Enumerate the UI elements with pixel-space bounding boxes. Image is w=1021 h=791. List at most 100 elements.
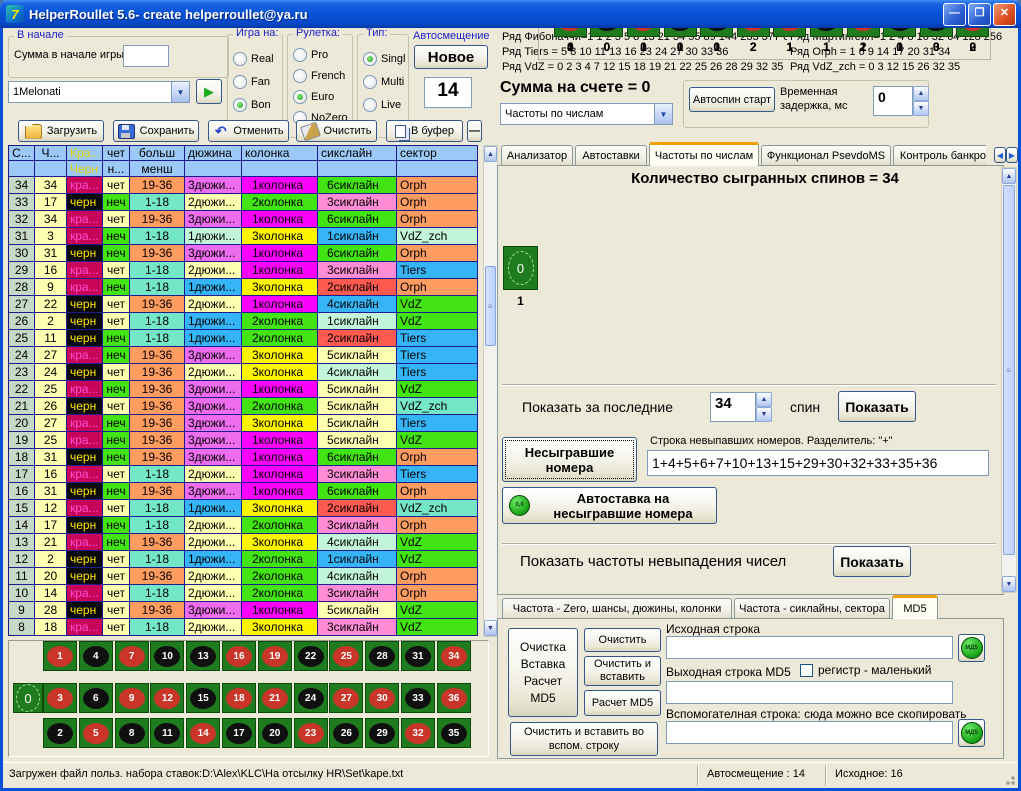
close-icon[interactable]: ✕ <box>993 3 1016 26</box>
roulette-number-27[interactable]: 27 <box>329 683 363 713</box>
roulette-number-30[interactable]: 30 <box>365 683 399 713</box>
roulette-number-36[interactable]: 36 <box>437 683 471 713</box>
show-missing-freq-button[interactable]: Показать <box>833 546 911 577</box>
radio-multi[interactable]: Multi <box>363 70 406 93</box>
table-row[interactable]: 2427кра...неч19-363дюжи...3колонка5сикла… <box>8 347 478 364</box>
table-row[interactable]: 2916кра...чет1-182дюжи...1колонка3сиклай… <box>8 262 478 279</box>
table-row[interactable]: 1925кра...неч19-363дюжи...1колонка5сикла… <box>8 432 478 449</box>
radio-pro[interactable]: Pro <box>293 44 350 65</box>
autoshift-new-button[interactable]: Новое <box>414 45 488 69</box>
show-button[interactable]: Показать <box>838 391 916 422</box>
column-header[interactable]: н... <box>103 161 130 177</box>
roulette-number-25[interactable]: 25 <box>329 641 363 671</box>
column-header[interactable]: больш <box>130 145 185 161</box>
table-row[interactable]: 2511черннеч1-181дюжи...2колонка2сиклайнT… <box>8 330 478 347</box>
md5-clear-and-paste-button[interactable]: Очистить и вставить <box>584 656 661 686</box>
missed-numbers-input[interactable]: 1+4+5+6+7+10+13+15+29+30+32+33+35+36 <box>647 450 989 476</box>
column-header[interactable] <box>318 161 397 177</box>
roulette-number-1[interactable]: 1 <box>43 641 77 671</box>
md5-source-run-button[interactable]: МД5 <box>958 634 985 662</box>
preset-combo[interactable]: 1Melonati ▼ <box>8 81 190 103</box>
spin-down-icon[interactable]: ▼ <box>913 101 929 116</box>
table-row[interactable]: 3234кра...чет19-363дюжи...1колонка6сикла… <box>8 211 478 228</box>
autobet-missed-button[interactable]: 0,0 Автоставка на несыгравшие номера <box>502 487 717 524</box>
column-header[interactable] <box>242 161 318 177</box>
spin-up-icon[interactable]: ▲ <box>756 392 772 407</box>
table-row[interactable]: 1120чернчет19-362дюжи...2колонка4сиклайн… <box>8 568 478 585</box>
roulette-number-32[interactable]: 32 <box>401 718 435 748</box>
roulette-number-22[interactable]: 22 <box>294 641 328 671</box>
radio-icon[interactable] <box>293 48 307 62</box>
table-row[interactable]: 122чернчет1-181дюжи...2колонка1сиклайнVd… <box>8 551 478 568</box>
table-row[interactable]: 1321кра...неч19-362дюжи...3колонка4сикла… <box>8 534 478 551</box>
column-header[interactable]: сикслайн <box>318 145 397 161</box>
roulette-number-10[interactable]: 10 <box>150 641 184 671</box>
scrollbar-thumb[interactable]: ≡ <box>485 266 496 346</box>
table-row[interactable]: 1417черннеч1-182дюжи...2колонка3сиклайнO… <box>8 517 478 534</box>
freq-zero-cell[interactable]: 0 <box>503 246 538 290</box>
roulette-number-4[interactable]: 4 <box>79 641 113 671</box>
table-row[interactable]: 3434кра...чет19-363дюжи...1колонка6сикла… <box>8 177 478 194</box>
column-header[interactable]: дюжина <box>185 145 242 161</box>
roulette-number-16[interactable]: 16 <box>222 641 256 671</box>
roulette-number-33[interactable]: 33 <box>401 683 435 713</box>
table-row[interactable]: 1512кра...чет1-181дюжи...3колонка2сиклай… <box>8 500 478 517</box>
column-header[interactable]: колонка <box>242 145 318 161</box>
roulette-number-14[interactable]: 14 <box>186 718 220 748</box>
roulette-number-24[interactable]: 24 <box>294 683 328 713</box>
scrollbar-thumb[interactable]: ≡ <box>1003 185 1015 555</box>
scroll-down-icon[interactable]: ▼ <box>1002 576 1016 592</box>
column-header[interactable] <box>8 161 35 177</box>
resize-grip[interactable] <box>1004 774 1016 786</box>
save-disk-button[interactable]: Сохранить <box>113 120 199 142</box>
roulette-number-23[interactable]: 23 <box>294 718 328 748</box>
roulette-number-31[interactable]: 31 <box>401 641 435 671</box>
table-row[interactable]: 1716кра...чет1-182дюжи...1колонка3сиклай… <box>8 466 478 483</box>
column-header[interactable]: менш <box>130 161 185 177</box>
table-row[interactable]: 289кра...неч1-181дюжи...3колонка2сиклайн… <box>8 279 478 296</box>
open-folder-button[interactable]: Загрузить <box>18 120 104 142</box>
roulette-number-8[interactable]: 8 <box>115 718 149 748</box>
table-scrollbar[interactable]: ▲ ≡ ▼ <box>483 145 498 637</box>
roulette-number-2[interactable]: 2 <box>43 718 77 748</box>
md5-output-input[interactable] <box>666 681 953 704</box>
roulette-number-34[interactable]: 34 <box>437 641 471 671</box>
table-row[interactable]: 1831черннеч19-363дюжи...1колонка6сиклайн… <box>8 449 478 466</box>
maximize-icon[interactable]: ❐ <box>968 3 991 26</box>
missed-numbers-button[interactable]: Несыгравшие номера <box>502 437 637 482</box>
column-header[interactable]: Кра... <box>67 145 103 161</box>
radio-icon[interactable] <box>233 75 247 89</box>
md5-aux-run-button[interactable]: МД5 <box>958 719 985 747</box>
md5-aux-input[interactable] <box>666 721 953 744</box>
tab-3[interactable]: MD5 <box>892 595 938 619</box>
table-row[interactable]: 1631черннеч19-363дюжи...1колонка6сиклайн… <box>8 483 478 500</box>
roulette-number-20[interactable]: 20 <box>258 718 292 748</box>
roulette-number-6[interactable]: 6 <box>79 683 113 713</box>
roulette-number-12[interactable]: 12 <box>150 683 184 713</box>
mode-combo[interactable]: Частоты по числам ▼ <box>500 103 673 125</box>
radio-icon[interactable] <box>293 90 307 104</box>
roulette-number-17[interactable]: 17 <box>222 718 256 748</box>
roulette-number-18[interactable]: 18 <box>222 683 256 713</box>
scroll-up-icon[interactable]: ▲ <box>484 146 497 162</box>
chevron-down-icon[interactable]: ▼ <box>654 104 672 124</box>
column-header[interactable] <box>185 161 242 177</box>
roulette-number-13[interactable]: 13 <box>186 641 220 671</box>
tab-5[interactable]: Контроль банкро <box>893 145 993 166</box>
column-header[interactable] <box>397 161 478 177</box>
table-row[interactable]: 262чернчет1-181дюжи...2колонка1сиклайнVd… <box>8 313 478 330</box>
table-row[interactable]: 1014кра...чет1-182дюжи...2колонка3сиклай… <box>8 585 478 602</box>
delay-input[interactable]: 0 <box>873 86 913 116</box>
tab-2[interactable]: Частота - сиклайны, сектора <box>734 598 890 619</box>
column-header[interactable] <box>35 161 67 177</box>
delay-spinner[interactable]: ▲ ▼ <box>913 86 929 116</box>
roulette-number-7[interactable]: 7 <box>115 641 149 671</box>
column-header[interactable]: чет <box>103 145 130 161</box>
show-last-spinner[interactable]: ▲ ▼ <box>756 392 772 422</box>
radio-real[interactable]: Real <box>233 47 280 70</box>
radio-icon[interactable] <box>363 75 377 89</box>
roulette-number-19[interactable]: 19 <box>258 641 292 671</box>
minimize-strip-button[interactable]: — <box>467 120 482 142</box>
table-row[interactable]: 2225кра...неч19-363дюжи...1колонка5сикла… <box>8 381 478 398</box>
md5-aux-paste-button[interactable]: Очистить и вставить во вспом. строку <box>510 722 658 756</box>
